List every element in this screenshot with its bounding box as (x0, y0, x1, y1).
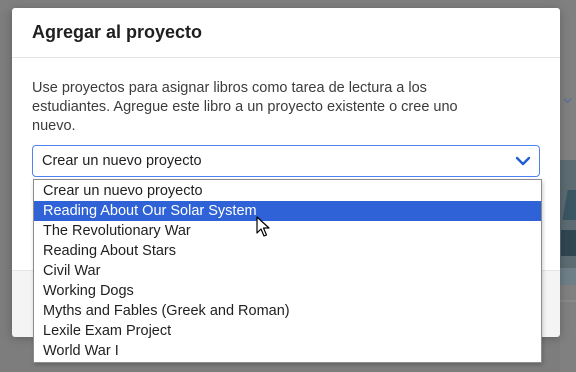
project-option[interactable]: Lexile Exam Project (34, 321, 541, 341)
dialog-description: Use proyectos para asignar libros como t… (32, 80, 458, 134)
mouse-pointer-icon (256, 216, 270, 237)
project-option[interactable]: Myths and Fables (Greek and Roman) (34, 301, 541, 321)
chevron-down-icon[interactable] (515, 155, 531, 167)
project-select[interactable]: Crear un nuevo proyecto (32, 145, 540, 177)
dialog-divider (12, 57, 560, 58)
project-option[interactable]: Reading About Stars (34, 241, 541, 261)
project-option[interactable]: Crear un nuevo proyecto (34, 181, 541, 201)
project-option[interactable]: World War I (34, 341, 541, 361)
dialog-title: Agregar al proyecto (32, 22, 203, 42)
project-option[interactable]: The Revolutionary War (34, 221, 541, 241)
project-options-list[interactable]: Crear un nuevo proyecto Reading About Ou… (33, 179, 542, 363)
background-chevron-icon (563, 98, 572, 104)
project-select-value: Crear un nuevo proyecto (42, 153, 202, 169)
project-option[interactable]: Civil War (34, 261, 541, 281)
project-option[interactable]: Working Dogs (34, 281, 541, 301)
project-option-highlighted[interactable]: Reading About Our Solar System (34, 201, 541, 221)
